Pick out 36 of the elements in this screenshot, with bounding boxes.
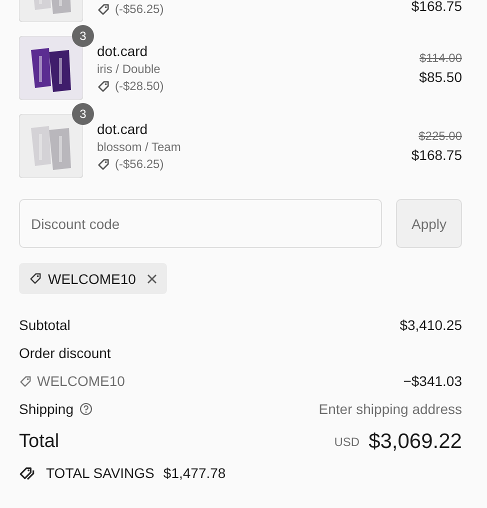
code-label: WELCOME10: [48, 270, 136, 286]
product-variant: iris / Double: [97, 62, 162, 76]
shipping-label: Shipping: [19, 401, 74, 417]
item-discount: (-$56.25): [115, 2, 164, 16]
quantity-badge: 3: [72, 25, 94, 47]
help-icon[interactable]: [78, 402, 92, 416]
order-discount-label: Order discount: [19, 345, 111, 361]
savings-label: TOTAL SAVINGS: [46, 465, 154, 481]
total-label: Total: [19, 431, 60, 453]
product-name: dot.card: [97, 121, 149, 137]
item-price: $168.75: [411, 147, 462, 163]
original-price: $114.00: [420, 51, 462, 65]
discount-amount: −$341.03: [403, 373, 462, 389]
discount-code: WELCOME10: [37, 373, 125, 389]
item-discount: (-$28.50): [115, 79, 164, 93]
currency: USD: [334, 435, 360, 449]
remove-icon[interactable]: [146, 274, 157, 284]
product-name: dot.card: [97, 43, 149, 59]
savings-value: $1,477.78: [163, 465, 226, 481]
tag-icon: [29, 272, 42, 285]
subtotal-label: Subtotal: [19, 317, 70, 333]
tag-icon: [19, 374, 32, 388]
item-price: $85.50: [419, 69, 462, 85]
tag-icon: [97, 2, 110, 16]
subtotal-value: $3,410.25: [400, 317, 462, 333]
quantity-badge: 3: [72, 103, 94, 125]
product-variant: blossom / Team: [97, 140, 182, 154]
item-price: $168.75: [411, 0, 462, 14]
discount-code-field[interactable]: Discount code: [19, 199, 382, 248]
tag-icon: [97, 80, 110, 92]
shipping-value: Enter shipping address: [318, 401, 462, 417]
total-value: $3,069.22: [368, 430, 462, 454]
item-discount: (-$56.25): [115, 157, 164, 171]
tags-icon: [19, 466, 36, 480]
tag-icon: [97, 158, 110, 170]
original-price: $225.00: [418, 129, 462, 143]
